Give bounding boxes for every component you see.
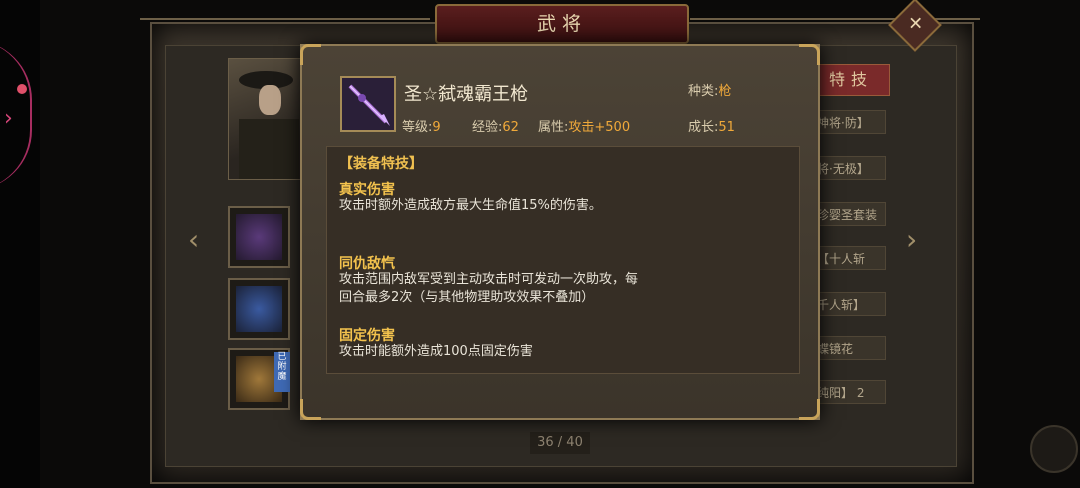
item-exp-value: 62 bbox=[502, 120, 519, 135]
item-attribute-value: 攻击+500 bbox=[568, 120, 631, 135]
item-growth-value: 51 bbox=[718, 120, 735, 135]
portrait-body bbox=[239, 119, 299, 179]
item-exp-label: 经验: bbox=[472, 120, 503, 135]
portrait-face bbox=[259, 85, 281, 115]
equipment-slot-accessory[interactable]: 已附魔 bbox=[228, 348, 290, 410]
title-left-ornament bbox=[140, 18, 430, 20]
prev-general-arrow-icon[interactable]: ‹ bbox=[188, 223, 199, 256]
armor-icon bbox=[236, 286, 282, 332]
next-general-arrow-icon[interactable]: › bbox=[906, 223, 917, 256]
item-growth: 成长:51 bbox=[688, 116, 735, 135]
tab-special-skills[interactable]: 特技 bbox=[812, 64, 890, 96]
item-type-value: 枪 bbox=[718, 84, 732, 99]
popup-corner-ornament bbox=[799, 44, 820, 65]
item-level-value: 9 bbox=[432, 120, 441, 135]
skill-name: 同仇敌忾 bbox=[339, 256, 395, 272]
item-detail-popup: 圣☆弑魂霸王枪 种类:枪 等级:9 经验:62 属性:攻击+500 成长:51 … bbox=[300, 44, 820, 420]
item-level-label: 等级: bbox=[402, 120, 433, 135]
general-portrait[interactable] bbox=[228, 58, 302, 180]
item-level: 等级:9 bbox=[402, 116, 441, 135]
popup-corner-ornament bbox=[799, 399, 820, 420]
weapon-icon bbox=[236, 214, 282, 260]
popup-corner-ornament bbox=[300, 44, 321, 65]
side-panel-toggle-icon[interactable]: › bbox=[4, 106, 13, 131]
notification-dot-icon bbox=[17, 84, 27, 94]
item-type-label: 种类: bbox=[688, 84, 719, 99]
equipped-badge: 已附魔 bbox=[274, 352, 290, 392]
item-attribute: 属性:攻击+500 bbox=[538, 116, 630, 135]
item-attribute-label: 属性: bbox=[538, 120, 569, 135]
skill-name: 固定伤害 bbox=[339, 328, 395, 344]
equipment-slot-armor[interactable] bbox=[228, 278, 290, 340]
equipment-slot-weapon[interactable] bbox=[228, 206, 290, 268]
equipment-skills-title: 【装备特技】 bbox=[339, 156, 423, 172]
screen-title: 武将 bbox=[435, 4, 689, 44]
item-exp: 经验:62 bbox=[472, 116, 519, 135]
spear-item-icon bbox=[340, 76, 396, 132]
skill-description: 攻击范围内敌军受到主动攻击时可发动一次助攻，每 回合最多2次（与其他物理助攻效果… bbox=[339, 272, 639, 305]
skill-description: 攻击时额外造成敌方最大生命值15%的伤害。 bbox=[339, 198, 602, 213]
corner-action-button[interactable] bbox=[1030, 425, 1078, 473]
page-indicator: 36 / 40 bbox=[530, 432, 590, 454]
item-name: 圣☆弑魂霸王枪 bbox=[404, 84, 529, 105]
skill-description: 攻击时能额外造成100点固定伤害 bbox=[339, 344, 533, 359]
item-growth-label: 成长: bbox=[688, 120, 719, 135]
left-side-strip: › bbox=[0, 0, 40, 488]
skill-name: 真实伤害 bbox=[339, 182, 395, 198]
close-icon: ✕ bbox=[908, 13, 924, 35]
equipment-skills-panel: 【装备特技】 真实伤害 攻击时额外造成敌方最大生命值15%的伤害。 同仇敌忾 攻… bbox=[326, 146, 800, 374]
item-type: 种类:枪 bbox=[688, 80, 731, 99]
popup-corner-ornament bbox=[300, 399, 321, 420]
